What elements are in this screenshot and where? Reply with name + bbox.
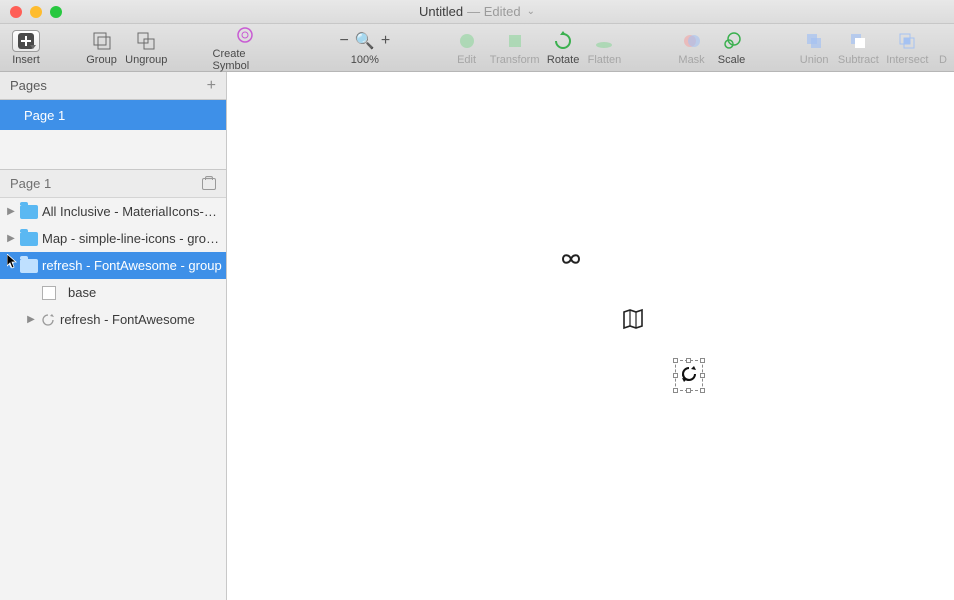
minimize-window-button[interactable] xyxy=(30,6,42,18)
chevron-down-icon: ⌄ xyxy=(527,6,535,17)
scale-button[interactable]: Scale xyxy=(712,28,752,68)
transform-button[interactable]: Transform xyxy=(487,28,543,68)
group-button[interactable]: Group xyxy=(82,28,122,68)
ungroup-icon xyxy=(136,30,156,52)
close-window-button[interactable] xyxy=(10,6,22,18)
subtract-button[interactable]: Subtract xyxy=(834,28,882,68)
insert-button[interactable]: Insert xyxy=(6,28,46,68)
difference-label: D xyxy=(939,54,947,66)
selection-handle[interactable] xyxy=(673,373,678,378)
symbol-icon xyxy=(235,24,255,46)
canvas-object-map[interactable] xyxy=(621,308,645,333)
disclosure-triangle-icon[interactable]: ▶ xyxy=(6,233,16,244)
zoom-in-button[interactable]: + xyxy=(377,32,394,50)
layer-name: Map - simple-line-icons - gro… xyxy=(42,231,226,246)
edit-label: Edit xyxy=(457,54,476,66)
subtract-label: Subtract xyxy=(838,54,879,66)
document-status: — Edited xyxy=(467,4,520,19)
page-item[interactable]: Page 1 xyxy=(0,100,226,130)
intersect-label: Intersect xyxy=(886,54,928,66)
app-body: Pages + Page 1 Page 1 ▶ All Inclusive - … xyxy=(0,72,954,600)
layer-name: base xyxy=(68,285,226,300)
edit-button[interactable]: Edit xyxy=(447,28,487,68)
mask-icon xyxy=(682,30,702,52)
folder-icon xyxy=(20,259,38,273)
layer-row[interactable]: ▶ refresh - FontAwesome xyxy=(0,306,226,333)
caret-down-icon xyxy=(30,45,36,49)
selection-handle[interactable] xyxy=(673,358,678,363)
sidebar: Pages + Page 1 Page 1 ▶ All Inclusive - … xyxy=(0,72,227,600)
selection-handle[interactable] xyxy=(700,373,705,378)
mask-button[interactable]: Mask xyxy=(672,28,712,68)
ungroup-button[interactable]: Ungroup xyxy=(122,28,171,68)
canvas[interactable] xyxy=(227,72,954,600)
pages-label: Pages xyxy=(10,78,47,93)
pages-spacer xyxy=(0,130,226,170)
union-label: Union xyxy=(800,54,829,66)
rotate-icon xyxy=(553,30,573,52)
artboard-name: Page 1 xyxy=(10,176,51,191)
cursor-icon xyxy=(7,254,19,270)
group-icon xyxy=(92,30,112,52)
intersect-icon xyxy=(897,30,917,52)
rotate-button[interactable]: Rotate xyxy=(543,28,584,68)
artboard-icon[interactable] xyxy=(202,178,216,190)
flatten-button[interactable]: Flatten xyxy=(584,28,626,68)
layer-name: refresh - FontAwesome xyxy=(60,312,226,327)
intersect-button[interactable]: Intersect xyxy=(883,28,932,68)
transform-label: Transform xyxy=(490,54,540,66)
edit-icon xyxy=(457,30,477,52)
create-symbol-button[interactable]: Create Symbol xyxy=(207,22,284,74)
selection-handle[interactable] xyxy=(673,388,678,393)
scale-icon xyxy=(722,30,742,52)
zoom-level: 100% xyxy=(351,54,379,66)
refresh-icon xyxy=(680,365,698,383)
magnifier-icon: 🔍 xyxy=(355,31,375,51)
window-controls xyxy=(0,6,62,18)
zoom-out-button[interactable]: − xyxy=(336,32,353,50)
union-button[interactable]: Union xyxy=(794,28,834,68)
document-name: Untitled xyxy=(419,4,463,19)
create-symbol-label: Create Symbol xyxy=(213,48,278,72)
add-page-button[interactable]: + xyxy=(207,77,216,95)
layers-header: Page 1 xyxy=(0,170,226,198)
flatten-label: Flatten xyxy=(588,54,622,66)
title-bar: Untitled — Edited ⌄ xyxy=(0,0,954,24)
main-toolbar: Insert Group Ungroup Create Symbol − 🔍 +… xyxy=(0,24,954,72)
selection-handle[interactable] xyxy=(700,388,705,393)
ungroup-label: Ungroup xyxy=(125,54,167,66)
rotate-label: Rotate xyxy=(547,54,579,66)
canvas-object-infinity[interactable] xyxy=(559,252,583,269)
layer-name: All Inclusive - MaterialIcons-… xyxy=(42,204,226,219)
folder-icon xyxy=(20,205,38,219)
disclosure-triangle-icon[interactable]: ▶ xyxy=(26,314,36,325)
subtract-icon xyxy=(848,30,868,52)
layer-row[interactable]: base xyxy=(0,279,226,306)
selection-handle[interactable] xyxy=(686,358,691,363)
transform-icon xyxy=(505,30,525,52)
maximize-window-button[interactable] xyxy=(50,6,62,18)
layer-name: refresh - FontAwesome - group xyxy=(42,258,226,273)
scale-label: Scale xyxy=(718,54,746,66)
layer-row-selected[interactable]: ▼ refresh - FontAwesome - group xyxy=(0,252,226,279)
layer-row[interactable]: ▶ Map - simple-line-icons - gro… xyxy=(0,225,226,252)
canvas-object-refresh-selected[interactable] xyxy=(675,360,703,391)
document-title[interactable]: Untitled — Edited ⌄ xyxy=(419,4,535,19)
selection-handle[interactable] xyxy=(700,358,705,363)
rectangle-icon xyxy=(42,286,56,300)
mask-label: Mask xyxy=(678,54,704,66)
layer-row[interactable]: ▶ All Inclusive - MaterialIcons-… xyxy=(0,198,226,225)
group-label: Group xyxy=(86,54,117,66)
folder-icon xyxy=(20,232,38,246)
union-icon xyxy=(804,30,824,52)
disclosure-triangle-icon[interactable]: ▶ xyxy=(6,206,16,217)
selection-handle[interactable] xyxy=(686,388,691,393)
flatten-icon xyxy=(594,30,614,52)
shape-icon xyxy=(40,312,56,328)
difference-button[interactable]: D xyxy=(932,28,948,68)
page-name: Page 1 xyxy=(24,108,65,123)
zoom-control[interactable]: − 🔍 + 100% xyxy=(333,28,397,68)
pages-header: Pages + xyxy=(0,72,226,100)
insert-label: Insert xyxy=(12,54,40,66)
